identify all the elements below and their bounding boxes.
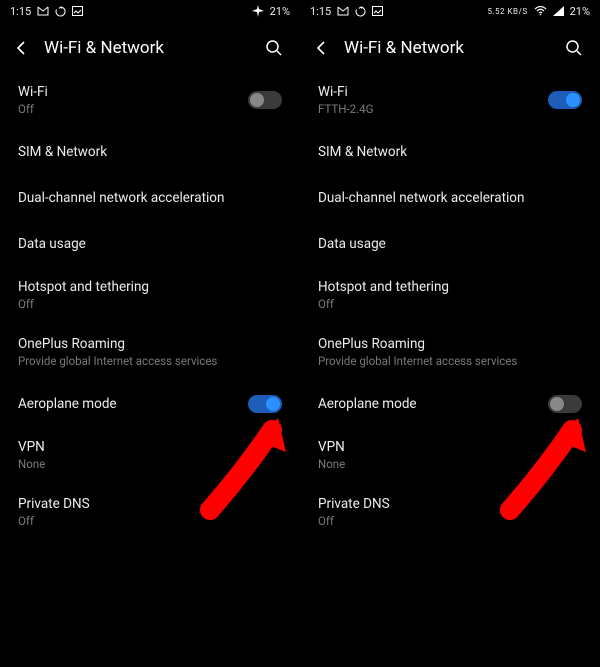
row-label: Wi-Fi [18, 84, 48, 100]
status-right: 5.52 KB/S 21% [487, 5, 590, 18]
row-label: VPN [18, 439, 45, 455]
row-roaming[interactable]: OnePlus Roaming Provide global Internet a… [300, 324, 600, 381]
aeroplane-toggle[interactable] [248, 395, 282, 413]
battery-percent: 21% [570, 5, 590, 18]
row-label: Aeroplane mode [318, 396, 417, 412]
row-label: Dual-channel network acceleration [18, 190, 224, 206]
wifi-toggle[interactable] [248, 91, 282, 109]
row-sub: Off [18, 103, 48, 117]
row-label: Data usage [18, 236, 86, 252]
airplane-icon [252, 5, 264, 17]
sync-icon [55, 6, 66, 17]
row-aeroplane[interactable]: Aeroplane mode [0, 381, 300, 427]
row-label: OnePlus Roaming [318, 336, 517, 352]
page-title: Wi-Fi & Network [344, 38, 550, 58]
settings-screen-right: 1:15 5.52 KB/S 21% Wi-Fi & Network Wi-Fi… [300, 0, 600, 667]
search-icon [265, 39, 283, 57]
settings-list: Wi-Fi Off SIM & Network Dual-channel netw… [0, 66, 300, 547]
row-label: Hotspot and tethering [318, 279, 449, 295]
search-button[interactable] [262, 39, 286, 57]
toggle-knob [250, 93, 264, 107]
toggle-knob [550, 397, 564, 411]
toggle-knob [566, 93, 580, 107]
search-button[interactable] [562, 39, 586, 57]
row-private-dns[interactable]: Private DNS Off [0, 484, 300, 541]
row-data-usage[interactable]: Data usage [0, 221, 300, 267]
row-dual-channel[interactable]: Dual-channel network acceleration [0, 175, 300, 221]
aeroplane-toggle[interactable] [548, 395, 582, 413]
status-left: 1:15 [310, 5, 383, 18]
page-header: Wi-Fi & Network [300, 22, 600, 66]
status-time: 1:15 [10, 5, 31, 18]
row-label: Aeroplane mode [18, 396, 117, 412]
chevron-left-icon [314, 40, 330, 56]
row-sub: Provide global Internet access services [18, 355, 217, 369]
row-sub: None [318, 458, 345, 472]
status-bar: 1:15 21% [0, 0, 300, 22]
row-sub: Off [18, 298, 149, 312]
toggle-knob [266, 397, 280, 411]
image-icon [372, 6, 383, 16]
row-label: VPN [318, 439, 345, 455]
battery-percent: 21% [270, 5, 290, 18]
row-sub: Provide global Internet access services [318, 355, 517, 369]
row-sub: None [18, 458, 45, 472]
back-button[interactable] [14, 40, 32, 56]
wifi-icon [534, 6, 547, 16]
status-time: 1:15 [310, 5, 331, 18]
row-sub: Off [18, 515, 90, 529]
settings-list: Wi-Fi FTTH-2.4G SIM & Network Dual-channe… [300, 66, 600, 547]
row-aeroplane[interactable]: Aeroplane mode [300, 381, 600, 427]
back-button[interactable] [314, 40, 332, 56]
row-sub: Off [318, 298, 449, 312]
row-hotspot[interactable]: Hotspot and tethering Off [0, 267, 300, 324]
page-header: Wi-Fi & Network [0, 22, 300, 66]
search-icon [565, 39, 583, 57]
signal-icon [553, 6, 564, 16]
gmail-icon [337, 6, 349, 16]
row-vpn[interactable]: VPN None [0, 427, 300, 484]
row-label: Dual-channel network acceleration [318, 190, 524, 206]
row-private-dns[interactable]: Private DNS Off [300, 484, 600, 541]
net-speed: 5.52 KB/S [487, 7, 527, 16]
row-label: SIM & Network [318, 144, 407, 160]
image-icon [72, 6, 83, 16]
chevron-left-icon [14, 40, 30, 56]
row-label: Private DNS [318, 496, 390, 512]
row-data-usage[interactable]: Data usage [300, 221, 600, 267]
settings-screen-left: 1:15 21% Wi-Fi & Network Wi-Fi Off SIM & … [0, 0, 300, 667]
sync-icon [355, 6, 366, 17]
row-label: Data usage [318, 236, 386, 252]
row-label: Wi-Fi [318, 84, 373, 100]
row-sub: Off [318, 515, 390, 529]
row-sub: FTTH-2.4G [318, 103, 373, 117]
page-title: Wi-Fi & Network [44, 38, 250, 58]
gmail-icon [37, 6, 49, 16]
status-right: 21% [252, 5, 290, 18]
row-label: Hotspot and tethering [18, 279, 149, 295]
wifi-toggle[interactable] [548, 91, 582, 109]
row-roaming[interactable]: OnePlus Roaming Provide global Internet a… [0, 324, 300, 381]
row-label: Private DNS [18, 496, 90, 512]
row-wifi[interactable]: Wi-Fi Off [0, 72, 300, 129]
row-dual-channel[interactable]: Dual-channel network acceleration [300, 175, 600, 221]
row-label: SIM & Network [18, 144, 107, 160]
row-sim[interactable]: SIM & Network [300, 129, 600, 175]
status-left: 1:15 [10, 5, 83, 18]
row-sim[interactable]: SIM & Network [0, 129, 300, 175]
row-hotspot[interactable]: Hotspot and tethering Off [300, 267, 600, 324]
row-label: OnePlus Roaming [18, 336, 217, 352]
status-bar: 1:15 5.52 KB/S 21% [300, 0, 600, 22]
row-vpn[interactable]: VPN None [300, 427, 600, 484]
row-wifi[interactable]: Wi-Fi FTTH-2.4G [300, 72, 600, 129]
